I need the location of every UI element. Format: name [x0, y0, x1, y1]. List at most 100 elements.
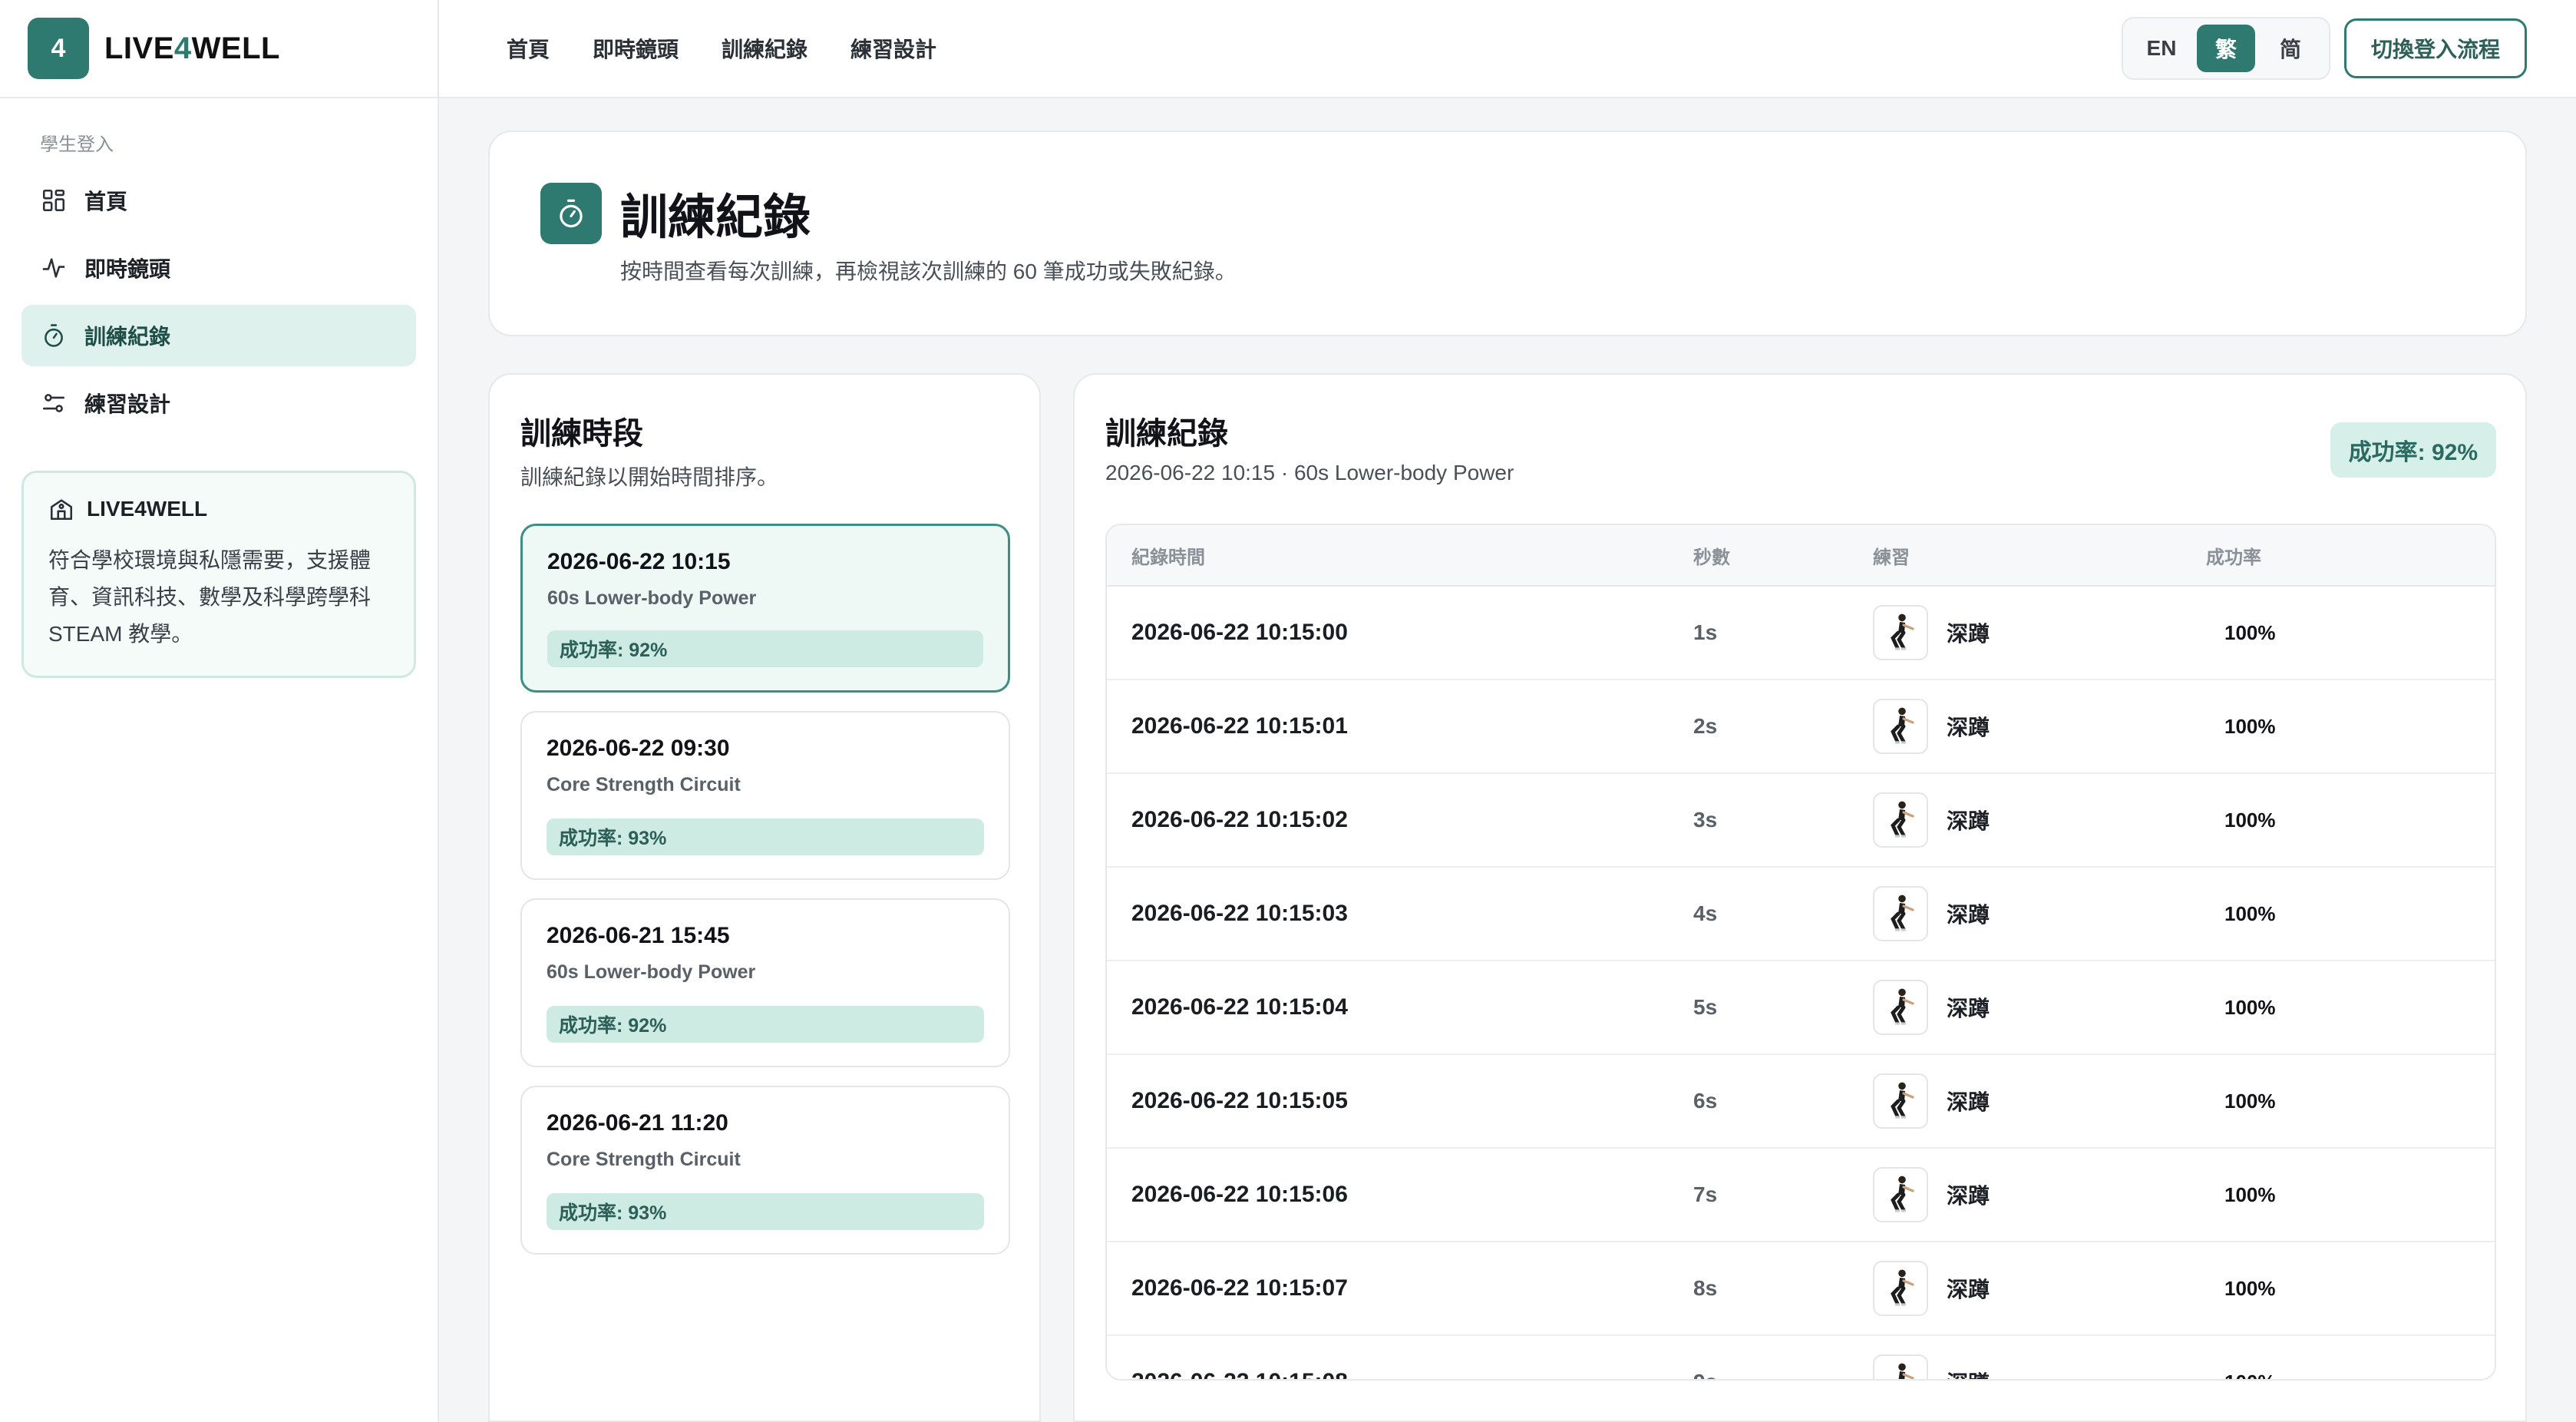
- school-info-card: LIVE4WELL 符合學校環境與私隱需要，支援體育、資訊科技、數學及科學跨學科…: [21, 471, 416, 678]
- switch-login-flow-button[interactable]: 切換登入流程: [2343, 18, 2527, 78]
- exercise-name: 深蹲: [1947, 1278, 1990, 1301]
- top-bar: 首頁 即時鏡頭 訓練紀錄 練習設計 EN 繁 简 切換登入流程: [439, 0, 2576, 98]
- session-success-rate: 成功率: 92%: [547, 1006, 984, 1043]
- table-row[interactable]: 2026-06-22 10:15:05 6s 深蹲 100%: [1107, 1055, 2495, 1149]
- top-nav-exercise-design[interactable]: 練習設計: [850, 33, 936, 64]
- sidebar-item-label: 練習設計: [84, 392, 171, 416]
- table-row[interactable]: 2026-06-22 10:15:01 2s 深蹲 100%: [1107, 680, 2495, 774]
- exercise-name: 深蹲: [1947, 903, 1990, 927]
- session-card[interactable]: 2026-06-22 10:15 60s Lower-body Power 成功…: [520, 524, 1010, 693]
- squat-icon: [1873, 792, 1928, 848]
- page-header: 訓練紀錄 按時間查看每次訓練，再檢視該次訓練的 60 筆成功或失敗紀錄。: [488, 131, 2527, 336]
- record-success-rate: 100%: [2224, 1182, 2276, 1206]
- page-title: 訓練紀錄: [620, 191, 811, 244]
- record-success-rate: 100%: [2224, 901, 2276, 925]
- sidebar-item-home[interactable]: 首頁: [21, 170, 416, 231]
- table-row[interactable]: 2026-06-22 10:15:06 7s 深蹲 100%: [1107, 1149, 2495, 1242]
- session-time: 2026-06-21 11:20: [547, 1110, 728, 1136]
- records-panel: 訓練紀錄 2026-06-22 10:15 · 60s Lower-body P…: [1073, 373, 2527, 1422]
- sessions-title: 訓練時段: [520, 417, 643, 451]
- sidebar-item-label: 首頁: [84, 190, 128, 213]
- sidebar-item-label: 即時鏡頭: [84, 257, 171, 281]
- sidebar-nav: 學生登入 首頁 即時鏡頭 訓練紀錄 練習設計: [0, 98, 438, 434]
- activity-icon: [40, 254, 68, 282]
- sidebar: 4 LIVE4WELL 學生登入 首頁 即時鏡頭 訓練紀錄 練習設計 LIVE4…: [0, 0, 439, 1422]
- table-body: 2026-06-22 10:15:00 1s 深蹲 100% 2026-06-2…: [1107, 587, 2495, 1380]
- session-time: 2026-06-21 15:45: [547, 923, 730, 948]
- brand[interactable]: 4 LIVE4WELL: [0, 0, 438, 98]
- session-name: Core Strength Circuit: [547, 774, 741, 795]
- info-card-body: 符合學校環境與私隱需要，支援體育、資訊科技、數學及科學跨學科 STEAM 教學。: [48, 548, 372, 646]
- stopwatch-icon: [540, 183, 602, 244]
- info-card-title: LIVE4WELL: [48, 496, 389, 522]
- page-description: 按時間查看每次訓練，再檢視該次訓練的 60 筆成功或失敗紀錄。: [620, 260, 1237, 283]
- sidebar-caption: 學生登入: [40, 134, 114, 155]
- exercise-name: 深蹲: [1947, 622, 1990, 646]
- table-row[interactable]: 2026-06-22 10:15:07 8s 深蹲 100%: [1107, 1242, 2495, 1336]
- session-card[interactable]: 2026-06-21 15:45 60s Lower-body Power 成功…: [520, 898, 1010, 1067]
- sliders-icon: [40, 389, 68, 417]
- squat-icon: [1873, 980, 1928, 1035]
- record-seconds: 2s: [1693, 714, 1718, 738]
- record-time: 2026-06-22 10:15:01: [1131, 713, 1348, 739]
- squat-icon: [1873, 699, 1928, 754]
- squat-icon: [1873, 605, 1928, 660]
- record-exercise: 深蹲: [1873, 886, 2206, 941]
- lang-simplified-button[interactable]: 简: [2261, 25, 2320, 72]
- top-nav: 首頁 即時鏡頭 訓練紀錄 練習設計: [507, 33, 979, 64]
- squat-icon: [1873, 1261, 1928, 1316]
- records-table[interactable]: 紀錄時間 秒數 練習 成功率 2026-06-22 10:15:00 1s 深蹲…: [1105, 524, 2496, 1381]
- session-time: 2026-06-22 09:30: [547, 736, 730, 761]
- session-success-rate: 成功率: 93%: [547, 818, 984, 855]
- record-exercise: 深蹲: [1873, 699, 2206, 754]
- sidebar-item-label: 訓練紀錄: [84, 325, 171, 349]
- record-exercise: 深蹲: [1873, 980, 2206, 1035]
- top-actions: EN 繁 简 切換登入流程: [2121, 17, 2527, 80]
- squat-icon: [1873, 1073, 1928, 1129]
- record-success-rate: 100%: [2224, 1276, 2276, 1300]
- brand-logo: 4: [28, 18, 89, 79]
- record-seconds: 9s: [1693, 1370, 1873, 1379]
- exercise-name: 深蹲: [1947, 1090, 1990, 1114]
- school-icon: [50, 499, 73, 521]
- session-time: 2026-06-22 10:15: [547, 549, 731, 574]
- top-nav-home[interactable]: 首頁: [507, 33, 550, 64]
- sidebar-item-exercise-design[interactable]: 練習設計: [21, 372, 416, 434]
- grid-icon: [40, 187, 68, 214]
- record-success-rate: 100%: [2224, 995, 2276, 1019]
- record-time: 2026-06-22 10:15:02: [1131, 807, 1348, 832]
- record-seconds: 8s: [1693, 1276, 1718, 1300]
- record-time: 2026-06-22 10:15:08: [1107, 1369, 1693, 1379]
- sidebar-item-training-records[interactable]: 訓練紀錄: [21, 305, 416, 366]
- column-header-seconds: 秒數: [1693, 547, 1730, 568]
- squat-icon: [1873, 1354, 1928, 1379]
- table-row[interactable]: 2026-06-22 10:15:02 3s 深蹲 100%: [1107, 774, 2495, 868]
- sessions-panel: 訓練時段 訓練紀錄以開始時間排序。 2026-06-22 10:15 60s L…: [488, 373, 1041, 1422]
- top-nav-training-records[interactable]: 訓練紀錄: [722, 33, 807, 64]
- table-header: 紀錄時間 秒數 練習 成功率: [1107, 525, 2495, 587]
- table-row[interactable]: 2026-06-22 10:15:04 5s 深蹲 100%: [1107, 961, 2495, 1055]
- top-nav-live-camera[interactable]: 即時鏡頭: [593, 33, 679, 64]
- table-row[interactable]: 2026-06-22 10:15:08 9s 深蹲 100%: [1107, 1336, 2495, 1380]
- record-exercise: 深蹲: [1873, 1073, 2206, 1129]
- lang-en-button[interactable]: EN: [2132, 25, 2191, 72]
- exercise-name: 深蹲: [1947, 1184, 1990, 1208]
- record-seconds: 1s: [1693, 620, 1718, 644]
- record-success-rate: 100%: [2206, 1371, 2495, 1380]
- record-success-rate: 100%: [2224, 808, 2276, 832]
- record-success-rate: 100%: [2224, 714, 2276, 738]
- squat-icon: [1873, 886, 1928, 941]
- lang-traditional-button[interactable]: 繁: [2196, 25, 2255, 72]
- table-row[interactable]: 2026-06-22 10:15:00 1s 深蹲 100%: [1107, 587, 2495, 680]
- session-success-rate: 成功率: 92%: [547, 630, 983, 667]
- exercise-name: 深蹲: [1947, 1367, 1990, 1379]
- session-name: Core Strength Circuit: [547, 1149, 741, 1170]
- table-row[interactable]: 2026-06-22 10:15:03 4s 深蹲 100%: [1107, 868, 2495, 961]
- sidebar-item-live-camera[interactable]: 即時鏡頭: [21, 237, 416, 299]
- session-card[interactable]: 2026-06-22 09:30 Core Strength Circuit 成…: [520, 711, 1010, 880]
- record-time: 2026-06-22 10:15:06: [1131, 1182, 1348, 1207]
- records-subtitle: 2026-06-22 10:15 · 60s Lower-body Power: [1105, 461, 1514, 484]
- record-exercise: 深蹲: [1873, 1167, 2206, 1222]
- session-card[interactable]: 2026-06-21 11:20 Core Strength Circuit 成…: [520, 1086, 1010, 1255]
- column-header-time: 紀錄時間: [1131, 547, 1205, 568]
